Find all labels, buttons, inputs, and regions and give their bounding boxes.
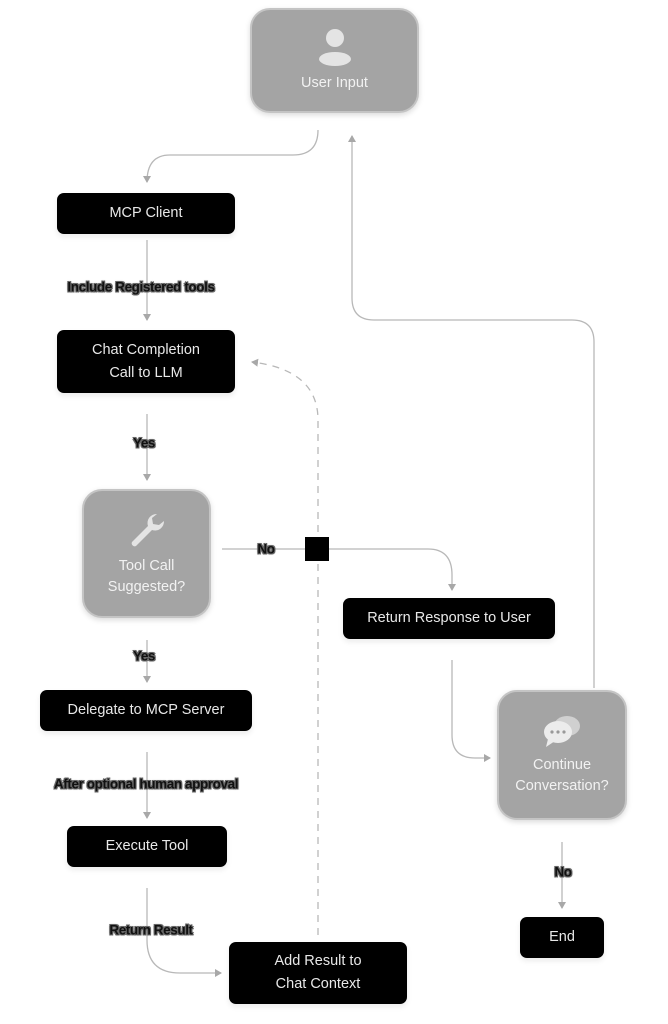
node-label: Execute Tool xyxy=(105,838,189,854)
node-tool-call-suggested[interactable]: Tool Call Suggested? xyxy=(82,489,211,618)
edge-user-to-client xyxy=(143,129,319,183)
edge-label-no: No xyxy=(257,541,275,557)
edge-label-return-result: Return Result xyxy=(109,922,193,938)
wrench-icon xyxy=(131,513,164,546)
user-icon xyxy=(318,29,351,66)
node-label-line2: Conversation? xyxy=(515,778,609,794)
node-label-line2: Call to LLM xyxy=(109,364,183,381)
node-delegate[interactable]: Delegate to MCP Server xyxy=(40,690,252,731)
node-label-line2: Suggested? xyxy=(107,578,186,595)
node-mcp-client[interactable]: MCP Client xyxy=(57,193,235,234)
edge-response-to-continue xyxy=(451,660,491,762)
flow-diagram: User Input MCP Client Chat Completion Ca… xyxy=(0,0,668,1024)
node-label-line1: Add Result to xyxy=(274,953,362,969)
node-label-line1: Tool Call xyxy=(118,557,175,574)
node-label-line2: Chat Context xyxy=(275,976,361,992)
node-end[interactable]: End xyxy=(520,917,604,958)
edge-label-yes: Yes xyxy=(132,435,156,451)
node-user-input[interactable]: User Input xyxy=(250,8,419,113)
node-execute-tool[interactable]: Execute Tool xyxy=(67,826,227,867)
edge-label-include-tools: Include Registered tools xyxy=(67,279,215,295)
node-label: End xyxy=(549,929,575,945)
node-add-result[interactable]: Add Result to Chat Context xyxy=(229,942,407,1004)
edge-label-approval: After optional human approval xyxy=(53,776,239,792)
edge-result-back xyxy=(251,358,319,935)
edge-label-no: No xyxy=(554,864,572,880)
node-label: Delegate to MCP Server xyxy=(67,702,225,718)
node-label: Return Response to User xyxy=(367,610,531,626)
edge-label-yes: Yes xyxy=(132,648,156,664)
node-return-response[interactable]: Return Response to User xyxy=(343,598,555,639)
node-label-line1: Chat Completion xyxy=(92,341,200,358)
chat-bubbles-icon xyxy=(544,716,580,747)
node-label: MCP Client xyxy=(109,205,183,221)
node-label: User Input xyxy=(301,75,368,91)
junction-marker xyxy=(305,537,329,561)
node-continue-conversation[interactable]: Continue Conversation? xyxy=(497,690,627,820)
node-label-line1: Continue xyxy=(532,757,592,773)
node-chat-completion[interactable]: Chat Completion Call to LLM xyxy=(57,330,235,393)
